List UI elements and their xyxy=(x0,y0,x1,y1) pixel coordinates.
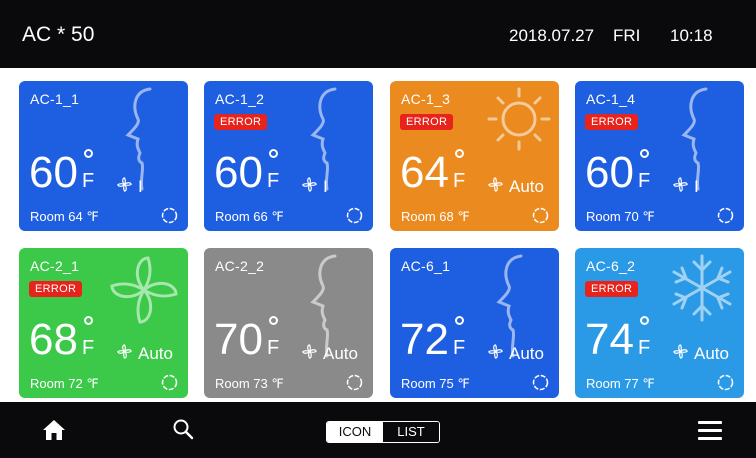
temperature-unit: F xyxy=(82,170,95,192)
ac-unit-name: AC-1_2 xyxy=(215,91,265,107)
fan-speed: I xyxy=(302,177,328,197)
fan-speed: Auto xyxy=(488,177,544,197)
fan-icon xyxy=(673,344,688,364)
view-toggle[interactable]: ICON LIST xyxy=(326,421,440,443)
power-icon[interactable] xyxy=(161,207,178,224)
set-temperature: 68 xyxy=(29,315,78,364)
error-badge: ERROR xyxy=(585,281,639,297)
day-display: FRI xyxy=(613,26,641,45)
fan-speed-label: I xyxy=(694,177,699,196)
ac-unit-name: AC-6_2 xyxy=(586,258,636,274)
temperature-unit: F xyxy=(453,170,466,192)
fan-speed-label: I xyxy=(323,177,328,196)
set-temperature: 60 xyxy=(214,148,263,197)
temperature-unit: F xyxy=(267,170,280,192)
app-title: AC * 50 xyxy=(22,23,95,46)
home-icon[interactable] xyxy=(42,419,66,441)
degree-symbol xyxy=(640,149,649,158)
temperature-unit: F xyxy=(638,170,651,192)
ac-card[interactable]: AC-1_2 ERROR 60 F I Room 66 ℉ xyxy=(204,81,373,231)
set-temperature: 72 xyxy=(400,315,449,364)
fan-speed: I xyxy=(117,177,143,197)
ac-unit-name: AC-6_1 xyxy=(401,258,451,274)
set-temperature: 74 xyxy=(585,315,634,364)
power-icon[interactable] xyxy=(532,374,549,391)
ac-card[interactable]: AC-6_2 ERROR 74 F Auto Room 77 ℉ xyxy=(575,248,744,398)
room-temperature: Room 70 ℉ xyxy=(586,209,655,224)
room-temperature: Room 72 ℉ xyxy=(30,376,99,391)
fan-speed-label: Auto xyxy=(323,344,358,363)
menu-icon[interactable] xyxy=(698,421,722,441)
set-temperature: 60 xyxy=(585,148,634,197)
room-temperature: Room 68 ℉ xyxy=(401,209,470,224)
ac-card[interactable]: AC-1_3 ERROR 64 F Auto Room 68 ℉ xyxy=(390,81,559,231)
temperature-unit: F xyxy=(82,337,95,359)
power-icon[interactable] xyxy=(717,374,734,391)
power-icon[interactable] xyxy=(532,207,549,224)
fan-speed-label: I xyxy=(138,177,143,196)
temperature-unit: F xyxy=(638,337,651,359)
fan-icon xyxy=(302,344,317,364)
ac-unit-name: AC-2_2 xyxy=(215,258,265,274)
fan-icon xyxy=(117,177,132,197)
temperature-unit: F xyxy=(453,337,466,359)
ac-unit-name: AC-1_4 xyxy=(586,91,636,107)
fan-speed: Auto xyxy=(488,344,544,364)
room-temperature: Room 75 ℉ xyxy=(401,376,470,391)
power-icon[interactable] xyxy=(346,374,363,391)
error-badge: ERROR xyxy=(29,281,83,297)
ac-card[interactable]: AC-2_1 ERROR 68 F Auto Room 72 ℉ xyxy=(19,248,188,398)
fan-speed-label: Auto xyxy=(138,344,173,363)
degree-symbol xyxy=(269,316,278,325)
fan-speed-label: Auto xyxy=(509,177,544,196)
ac-unit-name: AC-1_3 xyxy=(401,91,451,107)
list-view-button[interactable]: LIST xyxy=(383,422,439,442)
search-icon[interactable] xyxy=(172,418,194,440)
degree-symbol xyxy=(455,149,464,158)
ac-card[interactable]: AC-2_2 70 F Auto Room 73 ℉ xyxy=(204,248,373,398)
set-temperature: 60 xyxy=(29,148,78,197)
date-display: 2018.07.27 xyxy=(509,26,595,45)
fan-icon xyxy=(673,177,688,197)
degree-symbol xyxy=(269,149,278,158)
fan-speed: I xyxy=(673,177,699,197)
power-icon[interactable] xyxy=(346,207,363,224)
set-temperature: 64 xyxy=(400,148,449,197)
error-badge: ERROR xyxy=(214,114,268,130)
temperature-unit: F xyxy=(267,337,280,359)
ac-unit-grid: AC-1_1 60 F I Room 64 ℉ AC-1_2 ERROR 60 F I Room … xyxy=(0,68,756,402)
fan-icon xyxy=(117,344,132,364)
degree-symbol xyxy=(455,316,464,325)
ac-unit-name: AC-2_1 xyxy=(30,258,80,274)
room-temperature: Room 64 ℉ xyxy=(30,209,99,224)
degree-symbol xyxy=(640,316,649,325)
ac-card[interactable]: AC-1_4 ERROR 60 F I Room 70 ℉ xyxy=(575,81,744,231)
power-icon[interactable] xyxy=(717,207,734,224)
top-bar: AC * 50 2018.07.27 FRI 10:18 xyxy=(0,0,756,68)
power-icon[interactable] xyxy=(161,374,178,391)
fan-icon xyxy=(302,177,317,197)
icon-view-button[interactable]: ICON xyxy=(327,422,383,442)
error-badge: ERROR xyxy=(400,114,454,130)
ac-card[interactable]: AC-1_1 60 F I Room 64 ℉ xyxy=(19,81,188,231)
fan-speed-label: Auto xyxy=(509,344,544,363)
fan-speed: Auto xyxy=(117,344,173,364)
degree-symbol xyxy=(84,149,93,158)
time-display: 10:18 xyxy=(670,26,713,45)
room-temperature: Room 77 ℉ xyxy=(586,376,655,391)
error-badge: ERROR xyxy=(585,114,639,130)
fan-speed: Auto xyxy=(673,344,729,364)
fan-speed-label: Auto xyxy=(694,344,729,363)
fan-speed: Auto xyxy=(302,344,358,364)
ac-unit-name: AC-1_1 xyxy=(30,91,80,107)
set-temperature: 70 xyxy=(214,315,263,364)
fan-icon xyxy=(488,177,503,197)
ac-card[interactable]: AC-6_1 72 F Auto Room 75 ℉ xyxy=(390,248,559,398)
room-temperature: Room 66 ℉ xyxy=(215,209,284,224)
room-temperature: Room 73 ℉ xyxy=(215,376,284,391)
fan-icon xyxy=(488,344,503,364)
degree-symbol xyxy=(84,316,93,325)
